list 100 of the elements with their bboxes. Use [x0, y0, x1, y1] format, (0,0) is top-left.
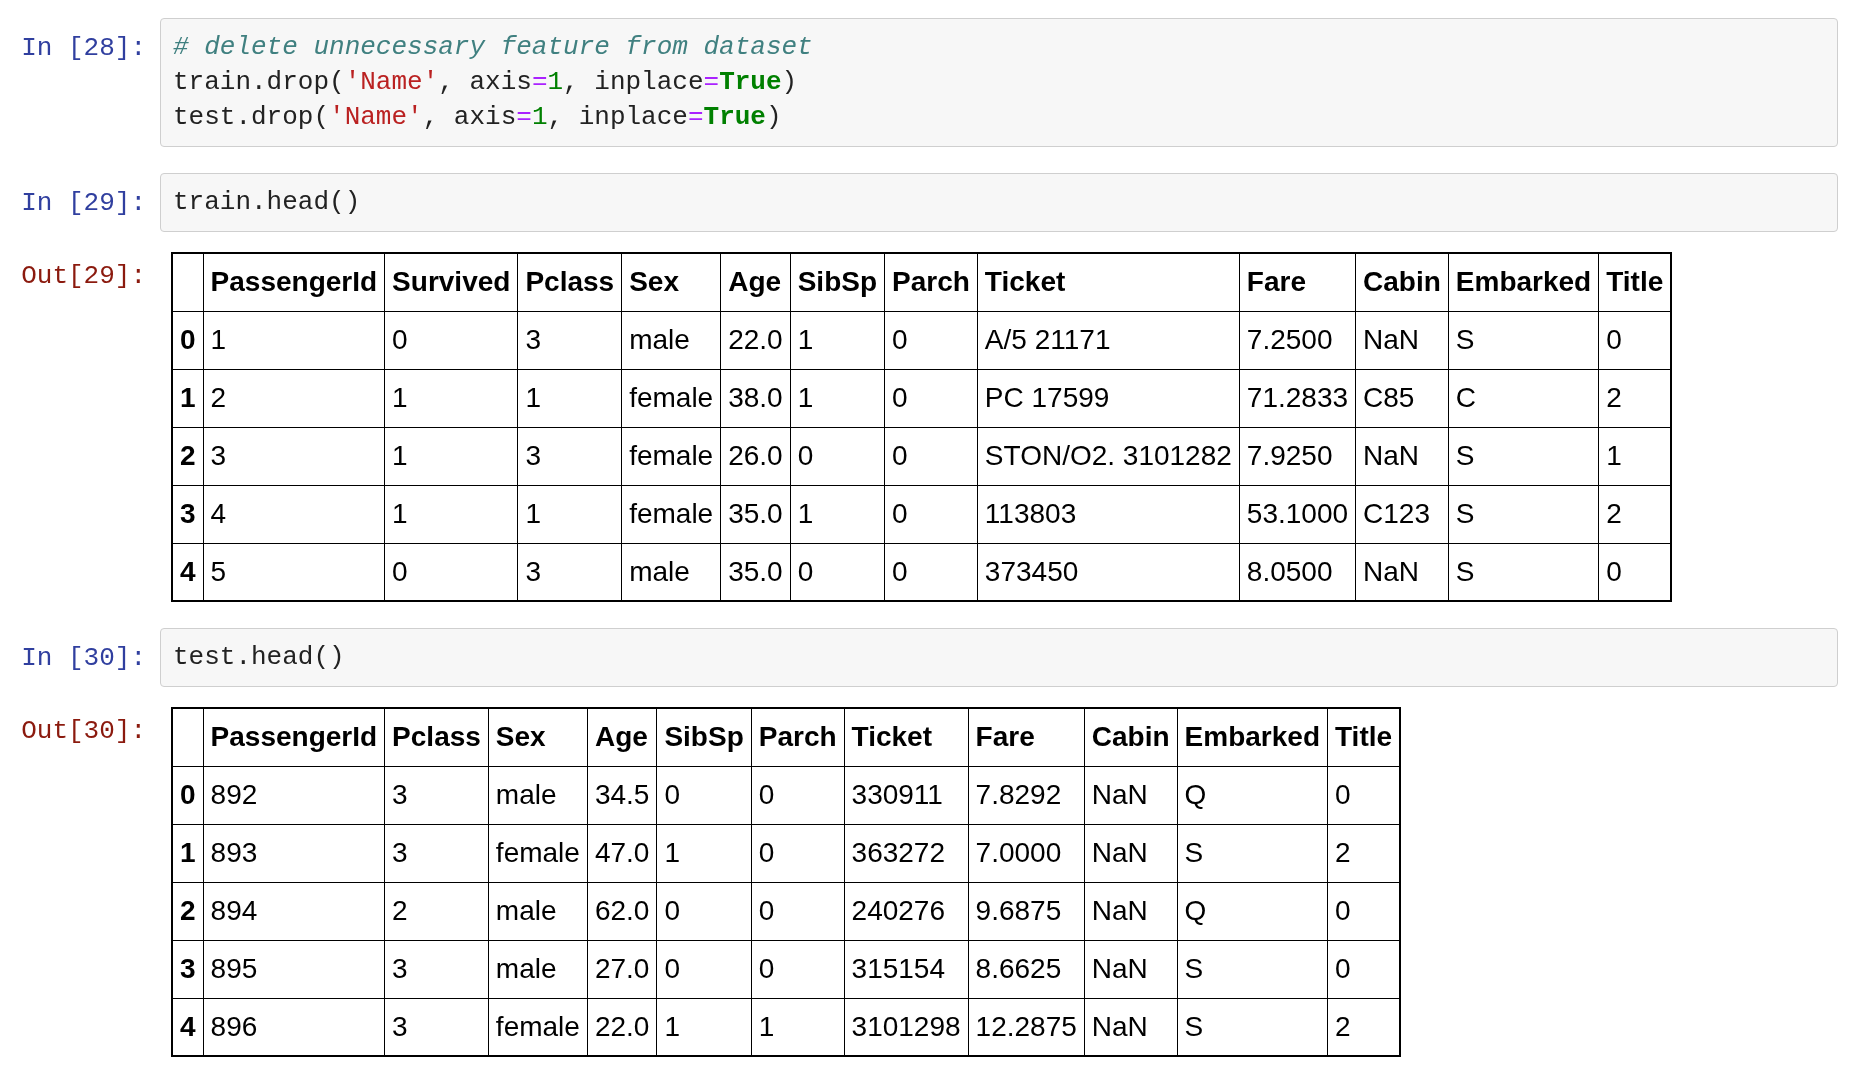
- table-cell: 0: [892, 440, 908, 471]
- table-cell: 0: [797, 440, 814, 471]
- table-cell: 5: [210, 555, 227, 587]
- code-cell[interactable]: test.head(): [160, 628, 1838, 687]
- output-prompt: Out[30]:: [21, 715, 146, 748]
- table-cell: 8.6625: [975, 953, 1062, 984]
- table-cell: 1: [392, 440, 408, 471]
- table-cell: 3: [525, 555, 541, 587]
- table-cell: NaN: [1091, 1010, 1148, 1042]
- table-cell: 2: [1335, 837, 1351, 868]
- code-cell[interactable]: # delete unnecessary feature from dataset train.drop('Name', axis=1, inplace=True) test.drop('Name', axis=1, inplace=True): [160, 18, 1838, 147]
- table-cell: S: [1455, 555, 1475, 587]
- table-cell: female: [629, 382, 714, 413]
- column-header: Ticket: [851, 721, 932, 753]
- column-header: Cabin: [1091, 721, 1170, 753]
- table-cell: 315154: [851, 953, 945, 984]
- table-cell: 896: [210, 1010, 258, 1042]
- table-cell: 330911: [851, 779, 943, 810]
- table-cell: 1: [797, 324, 814, 355]
- column-header: Ticket: [984, 266, 1066, 298]
- table-cell: 240276: [851, 895, 945, 926]
- table-cell: 1: [1606, 440, 1622, 471]
- row-index: 4: [180, 555, 196, 587]
- table-cell: 892: [210, 779, 258, 810]
- table-cell: 3: [392, 779, 408, 810]
- column-header: PassengerId: [210, 721, 378, 753]
- column-header: Survived: [392, 266, 511, 298]
- table-cell: 0: [892, 324, 908, 355]
- table-cell: C85: [1363, 382, 1415, 413]
- table-cell: 35.0: [728, 498, 783, 529]
- table-cell: STON/O2. 3101282: [984, 440, 1232, 471]
- table-cell: 71.2833: [1246, 382, 1349, 413]
- table-cell: C: [1455, 382, 1477, 413]
- column-header: Fare: [1246, 266, 1306, 298]
- code-line: test.drop('Name', axis=1, inplace=True): [173, 101, 782, 134]
- table-cell: 3: [392, 1010, 408, 1042]
- table-cell: 4: [210, 498, 227, 529]
- table-cell: 2: [1335, 1010, 1351, 1042]
- column-header: Age: [594, 721, 648, 753]
- row-index: 0: [180, 324, 196, 355]
- table-cell: NaN: [1363, 324, 1420, 355]
- table-cell: Q: [1184, 895, 1207, 926]
- table-cell: 7.9250: [1246, 440, 1333, 471]
- table-cell: 0: [892, 498, 908, 529]
- table-cell: 1: [758, 1010, 775, 1042]
- table-cell: 2: [392, 895, 408, 926]
- table-cell: 373450: [984, 555, 1079, 587]
- table-cell: male: [629, 555, 690, 587]
- row-index: 0: [180, 779, 196, 810]
- table-cell: 0: [758, 953, 775, 984]
- table-cell: 0: [1606, 555, 1622, 587]
- table-cell: 3: [392, 953, 408, 984]
- table-cell: 0: [1335, 779, 1351, 810]
- table-cell: 7.8292: [975, 779, 1062, 810]
- table-cell: NaN: [1363, 440, 1420, 471]
- table-cell: 113803: [984, 498, 1077, 529]
- table-cell: male: [495, 953, 557, 984]
- table-cell: 1: [797, 382, 814, 413]
- table-cell: male: [495, 895, 557, 926]
- column-header: Parch: [758, 721, 837, 753]
- table-cell: 0: [797, 555, 814, 587]
- table-cell: 3: [525, 324, 541, 355]
- table-cell: 0: [892, 382, 908, 413]
- column-header: Cabin: [1363, 266, 1441, 298]
- table-cell: S: [1184, 837, 1204, 868]
- table-cell: 53.1000: [1246, 498, 1349, 529]
- column-header: Embarked: [1455, 266, 1592, 298]
- row-index: 4: [180, 1010, 196, 1042]
- table-cell: female: [495, 1010, 580, 1042]
- row-index: 3: [180, 953, 196, 984]
- code-cell[interactable]: train.head(): [160, 173, 1838, 232]
- row-index: 1: [180, 382, 196, 413]
- table-cell: 7.2500: [1246, 324, 1333, 355]
- table-cell: 894: [210, 895, 258, 926]
- table-cell: 0: [392, 555, 408, 587]
- row-index: 2: [180, 895, 196, 926]
- table-cell: 1: [392, 498, 408, 529]
- table-cell: 0: [664, 953, 680, 984]
- table-cell: 0: [1335, 895, 1351, 926]
- column-header: Age: [728, 266, 782, 298]
- column-header: Pclass: [525, 266, 615, 298]
- table-cell: NaN: [1363, 555, 1420, 587]
- table-cell: 1: [664, 1010, 680, 1042]
- table-cell: 0: [1606, 324, 1622, 355]
- code-line: train.drop('Name', axis=1, inplace=True): [173, 66, 798, 99]
- code-line: # delete unnecessary feature from dataset: [173, 31, 813, 64]
- table-cell: male: [629, 324, 690, 355]
- code-line: test.head(): [173, 641, 345, 674]
- table-cell: 893: [210, 837, 258, 868]
- row-index: 3: [180, 498, 196, 529]
- table-cell: C123: [1363, 498, 1430, 529]
- table-cell: 47.0: [594, 837, 650, 868]
- table-cell: S: [1184, 1010, 1204, 1042]
- table-cell: S: [1455, 324, 1475, 355]
- table-cell: NaN: [1091, 779, 1148, 810]
- code-line: train.head(): [173, 186, 361, 219]
- table-cell: 3: [392, 837, 408, 868]
- row-index: 2: [180, 440, 196, 471]
- table-cell: 35.0: [728, 555, 783, 587]
- table-cell: 22.0: [594, 1010, 650, 1042]
